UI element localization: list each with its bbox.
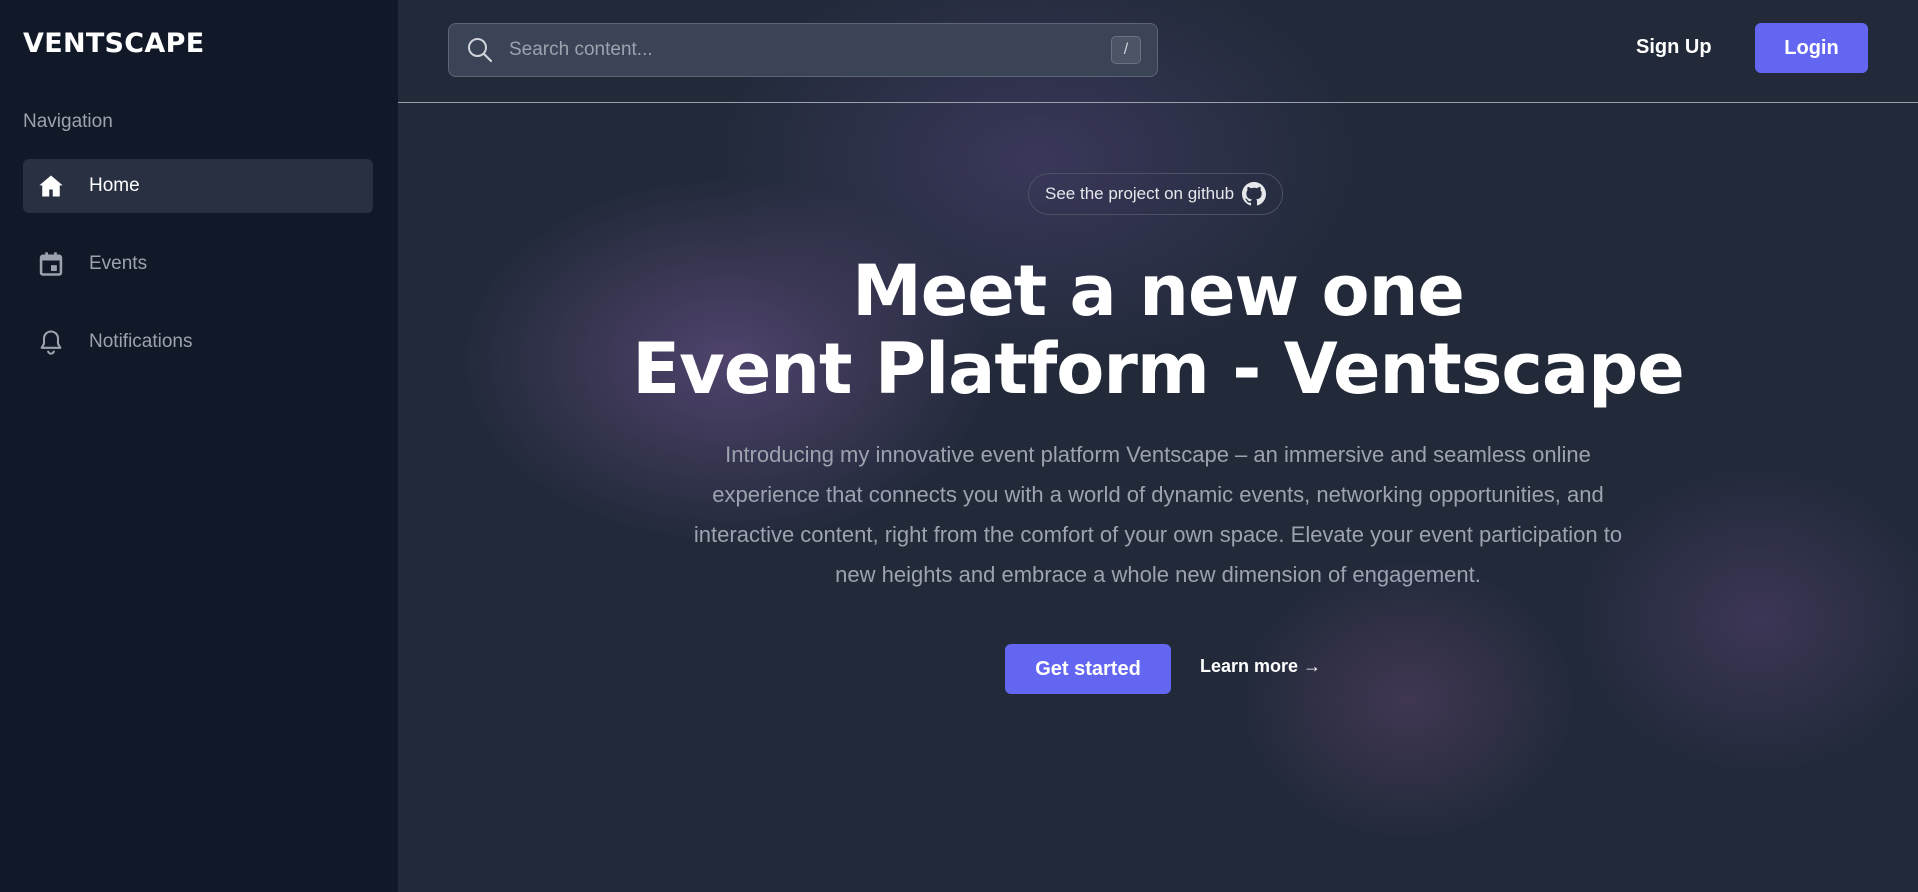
sidebar-item-notifications[interactable]: Notifications — [23, 315, 373, 369]
hero-description-line: new heights and embrace a whole new dime… — [835, 562, 1481, 587]
github-link-label: See the project on github — [1045, 184, 1235, 203]
home-icon — [37, 172, 65, 200]
bell-icon — [37, 328, 65, 356]
sidebar: VENTSCAPE Navigation Home Events Notific… — [0, 0, 398, 892]
hero-headline-line-1: Meet a new one — [852, 250, 1465, 332]
main-content: / Sign Up Login See the project on githu… — [398, 0, 1918, 892]
github-link[interactable]: See the project on github — [1028, 173, 1284, 215]
sidebar-item-home[interactable]: Home — [23, 159, 373, 213]
hero-headline: Meet a new one Event Platform - Ventscap… — [398, 252, 1918, 408]
sidebar-item-events[interactable]: Events — [23, 237, 373, 291]
search-bar: / — [448, 23, 1158, 77]
sidebar-item-label: Home — [89, 175, 140, 196]
hero-description-line: Introducing my innovative event platform… — [725, 442, 1591, 467]
hero-description-line: interactive content, right from the comf… — [693, 522, 1623, 547]
hero-description: Introducing my innovative event platform… — [658, 435, 1658, 595]
app-logo[interactable]: VENTSCAPE — [23, 28, 375, 59]
calendar-icon — [37, 250, 65, 278]
get-started-button[interactable]: Get started — [1005, 644, 1171, 694]
hero-headline-line-2: Event Platform - Ventscape — [632, 328, 1684, 410]
login-button[interactable]: Login — [1755, 23, 1868, 73]
sidebar-item-label: Events — [89, 253, 148, 274]
sidebar-nav: Home Events Notifications — [23, 159, 375, 369]
sidebar-item-label: Notifications — [89, 331, 193, 352]
top-bar: / Sign Up Login — [398, 0, 1918, 103]
search-shortcut-key: / — [1111, 36, 1141, 64]
github-icon — [1242, 182, 1267, 206]
signup-button[interactable]: Sign Up — [1636, 36, 1712, 59]
nav-heading: Navigation — [23, 111, 113, 132]
hero-description-line: experience that connects you with a worl… — [712, 482, 1604, 507]
search-input[interactable] — [509, 39, 1111, 61]
learn-more-link[interactable]: Learn more → — [1200, 656, 1321, 677]
search-icon — [465, 35, 495, 65]
